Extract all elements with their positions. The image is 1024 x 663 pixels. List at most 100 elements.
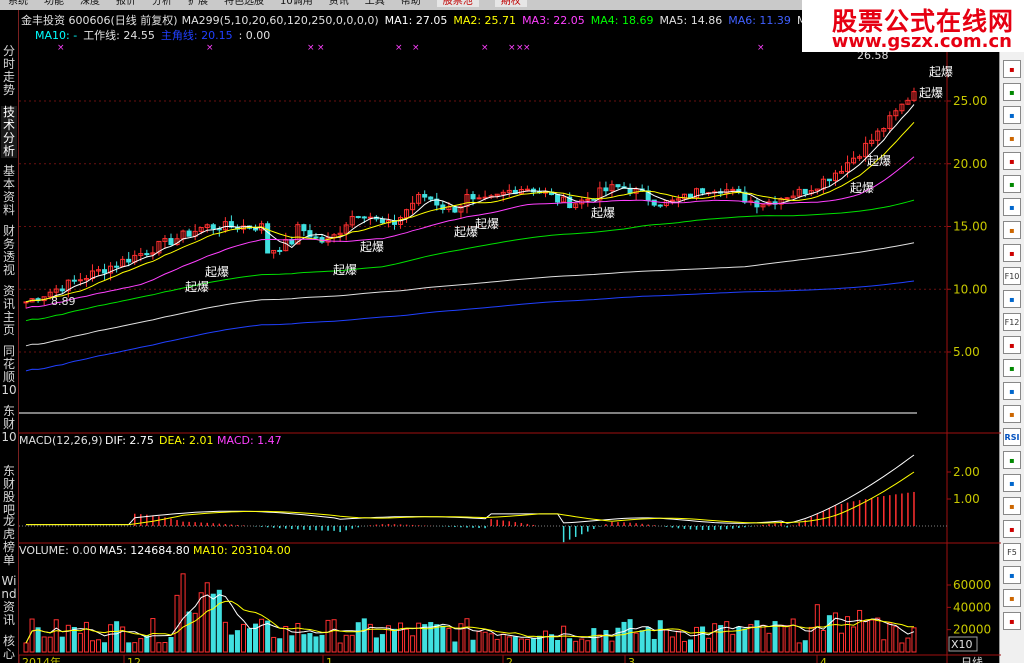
header-field: 主角线: 20.15 bbox=[161, 28, 233, 42]
toolbar-button-5[interactable]: ▪ bbox=[1003, 175, 1021, 193]
stock-chart[interactable]: 25.00 20.00 15.00 10.00 5.00 金丰投资 600606(日线 前… bbox=[19, 10, 1001, 663]
left-tab-10[interactable]: 核心 bbox=[1, 635, 17, 661]
left-tab-6[interactable]: 东财10 bbox=[1, 405, 17, 444]
menu-item-8[interactable]: 资讯 bbox=[329, 0, 349, 7]
volume-bar bbox=[796, 642, 802, 653]
toolbar-button-9[interactable]: F10 bbox=[1003, 267, 1021, 285]
volume-bar bbox=[875, 617, 881, 653]
left-tab-8[interactable]: 龙虎榜单 bbox=[1, 515, 17, 567]
volume-bar bbox=[277, 638, 283, 653]
volume-bar bbox=[518, 638, 524, 653]
volume-bar bbox=[567, 638, 573, 653]
menu-item-0[interactable]: 系统 bbox=[8, 0, 28, 7]
volume-bar bbox=[887, 622, 893, 653]
candle-body bbox=[452, 206, 458, 213]
left-tab-7[interactable]: 东财股吧 bbox=[1, 465, 17, 517]
header-field: MA10: - bbox=[35, 29, 77, 42]
toolbar-button-18[interactable]: ▪ bbox=[1003, 474, 1021, 492]
x-axis-label: 1 bbox=[326, 656, 333, 663]
candle-body bbox=[591, 198, 597, 201]
volume-bar bbox=[355, 622, 361, 653]
toolbar-button-21[interactable]: F5 bbox=[1003, 543, 1021, 561]
volume-bar bbox=[144, 635, 150, 653]
menu-item-1[interactable]: 功能 bbox=[44, 0, 64, 7]
macd-value: MACD: 1.47 bbox=[217, 434, 282, 447]
signal-label-2: 起爆 bbox=[333, 263, 357, 277]
volume-bar bbox=[470, 639, 476, 653]
toolbar-button-15[interactable]: ▪ bbox=[1003, 405, 1021, 423]
volume-bar bbox=[742, 628, 748, 653]
toolbar-button-16[interactable]: RSI bbox=[1003, 428, 1021, 446]
menu-item-2[interactable]: 深度 bbox=[80, 0, 100, 7]
x-axis-label: 2014年 bbox=[22, 655, 61, 663]
toolbar-button-7[interactable]: ▪ bbox=[1003, 221, 1021, 239]
toolbar-button-22[interactable]: ▪ bbox=[1003, 566, 1021, 584]
toolbar-button-12[interactable]: ▪ bbox=[1003, 336, 1021, 354]
volume-bar bbox=[512, 636, 518, 653]
marker-x-4: × bbox=[395, 43, 403, 53]
toolbar-button-20[interactable]: ▪ bbox=[1003, 520, 1021, 538]
toolbar-button-0[interactable]: ▪ bbox=[1003, 60, 1021, 78]
candle-body bbox=[687, 193, 694, 199]
toolbar-button-19[interactable]: ▪ bbox=[1003, 497, 1021, 515]
volume-bar bbox=[549, 634, 555, 653]
volume-bar bbox=[476, 631, 482, 653]
volume-tick-label: 40000 bbox=[953, 600, 991, 614]
toolbar-button-3[interactable]: ▪ bbox=[1003, 129, 1021, 147]
header-field: MA5: 14.86 bbox=[660, 14, 723, 27]
volume-bar bbox=[555, 639, 561, 653]
toolbar-button-10[interactable]: ▪ bbox=[1003, 290, 1021, 308]
volume-ma-line-10 bbox=[25, 600, 915, 644]
candle-body bbox=[23, 301, 29, 304]
menu-item-7[interactable]: 10调用 bbox=[280, 0, 313, 7]
toolbar-button-13[interactable]: ▪ bbox=[1003, 359, 1021, 377]
volume-bar bbox=[657, 620, 663, 653]
toolbar-button-11[interactable]: F12 bbox=[1003, 313, 1021, 331]
left-tab-9[interactable]: Wind资讯 bbox=[1, 575, 17, 627]
left-tab-2[interactable]: 基本资料 bbox=[1, 165, 17, 217]
menu-item-9[interactable]: 工具 bbox=[365, 0, 385, 7]
candle-body bbox=[379, 218, 385, 224]
left-tab-1[interactable]: 技术分析 bbox=[1, 106, 17, 158]
left-tab-3[interactable]: 财务透视 bbox=[1, 225, 17, 277]
candle-body bbox=[826, 178, 832, 182]
volume-bar bbox=[603, 630, 609, 653]
toolbar-button-4[interactable]: ▪ bbox=[1003, 152, 1021, 170]
left-tab-5[interactable]: 同花顺10 bbox=[1, 345, 17, 397]
toolbar-button-2[interactable]: ▪ bbox=[1003, 106, 1021, 124]
menu-item-6[interactable]: 特色选股 bbox=[224, 0, 264, 7]
toolbar-button-24[interactable]: ▪ bbox=[1003, 612, 1021, 630]
volume-bar bbox=[905, 637, 911, 653]
volume-bar bbox=[573, 640, 579, 653]
toolbar-button-23[interactable]: ▪ bbox=[1003, 589, 1021, 607]
toolbar-button-1[interactable]: ▪ bbox=[1003, 83, 1021, 101]
right-toolbar: ▪ ▪ ▪ ▪ ▪ ▪ ▪ ▪ ▪ F10 ▪ F12 ▪ ▪ ▪ ▪ RSI ▪ ▪ ▪ ▪ F5 ▪ ▪ ▪ bbox=[999, 52, 1024, 663]
toolbar-button-14[interactable]: ▪ bbox=[1003, 382, 1021, 400]
menu-tab-stock-pool[interactable]: 股票池 bbox=[436, 0, 479, 7]
left-tab-0[interactable]: 分时走势 bbox=[1, 45, 17, 97]
volume-bar bbox=[881, 639, 887, 653]
toolbar-button-8[interactable]: ▪ bbox=[1003, 244, 1021, 262]
volume-bar bbox=[434, 624, 440, 653]
volume-bar bbox=[210, 593, 216, 653]
candle-body bbox=[71, 279, 77, 282]
volume-bar bbox=[102, 642, 108, 653]
toolbar-button-6[interactable]: ▪ bbox=[1003, 198, 1021, 216]
signal-label-0: 起爆 bbox=[185, 280, 209, 294]
menu-item-5[interactable]: 扩展 bbox=[188, 0, 208, 7]
volume-bar bbox=[730, 633, 736, 653]
left-tab-4[interactable]: 资讯主页 bbox=[1, 285, 17, 337]
volume-bar bbox=[174, 594, 180, 653]
volume-bar bbox=[621, 621, 627, 653]
volume-bar bbox=[271, 636, 277, 653]
volume-bar bbox=[524, 638, 530, 653]
toolbar-button-17[interactable]: ▪ bbox=[1003, 451, 1021, 469]
menu-item-4[interactable]: 分析 bbox=[152, 0, 172, 7]
menu-tab-options[interactable]: 期权 bbox=[494, 0, 527, 7]
price-tick-label: 15.00 bbox=[953, 220, 987, 234]
candle-body bbox=[657, 204, 663, 207]
menu-item-3[interactable]: 报价 bbox=[116, 0, 136, 7]
menu-item-10[interactable]: 帮助 bbox=[401, 0, 421, 7]
ma-line-4 bbox=[25, 199, 915, 322]
header-field: 工作线: 24.55 bbox=[83, 28, 155, 42]
